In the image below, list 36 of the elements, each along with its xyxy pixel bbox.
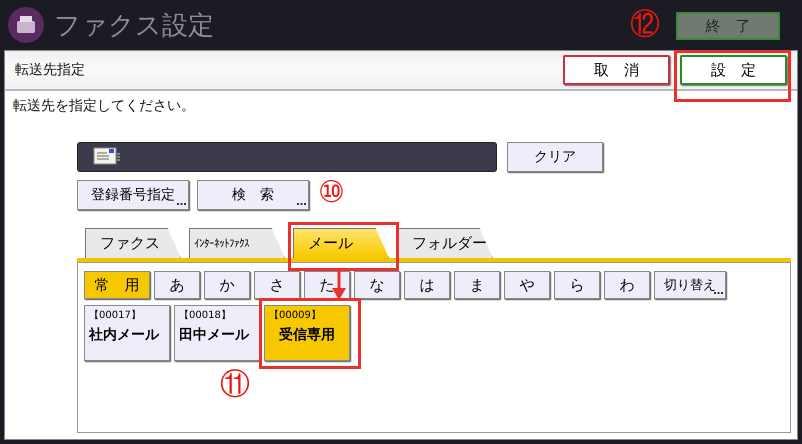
step-number: ⑩ — [318, 178, 345, 208]
index-key[interactable]: 常 用 — [84, 271, 150, 299]
tab[interactable]: ｲﾝﾀｰﾈｯﾄﾌｧｸｽ — [189, 228, 285, 258]
tab[interactable]: フォルダー — [397, 228, 493, 258]
fax-icon — [8, 7, 44, 43]
pointer-arrow-overlay — [332, 268, 346, 300]
index-key[interactable]: は — [404, 271, 450, 299]
index-key[interactable]: さ — [254, 271, 300, 299]
more-icon — [177, 203, 186, 206]
step-number: ⑫ — [630, 10, 660, 40]
index-key[interactable]: あ — [154, 271, 200, 299]
index-key[interactable]: や — [504, 271, 550, 299]
index-key[interactable]: わ — [604, 271, 650, 299]
index-key[interactable]: ま — [454, 271, 500, 299]
index-key[interactable]: 切り替え — [654, 271, 726, 299]
step-number: ⑪ — [220, 370, 250, 400]
destination-entry[interactable]: 【00017】 社内メール — [84, 305, 170, 361]
registration-number-button[interactable]: 登録番号指定 — [77, 180, 189, 210]
instruction-text: 転送先を指定してください。 — [12, 97, 196, 116]
window-title: ファクス設定 — [54, 10, 214, 42]
index-key[interactable]: ら — [554, 271, 600, 299]
search-button[interactable]: 検 索 — [197, 180, 309, 210]
tab[interactable]: メール — [293, 228, 389, 258]
destination-entry[interactable]: 【00009】 受信専用 — [264, 305, 350, 361]
section-title: 転送先指定 — [15, 61, 86, 79]
more-icon — [714, 292, 723, 295]
clear-button[interactable]: クリア — [507, 142, 603, 172]
destination-field[interactable] — [77, 142, 497, 172]
destination-entry[interactable]: 【00018】 田中メール — [174, 305, 260, 361]
cancel-button[interactable]: 取 消 — [563, 55, 670, 85]
index-key[interactable]: か — [204, 271, 250, 299]
end-button[interactable]: 終 了 — [676, 12, 780, 40]
more-icon — [297, 203, 306, 206]
confirm-button[interactable]: 設 定 — [680, 55, 787, 85]
index-key[interactable]: な — [354, 271, 400, 299]
tab[interactable]: ファクス — [85, 228, 181, 258]
